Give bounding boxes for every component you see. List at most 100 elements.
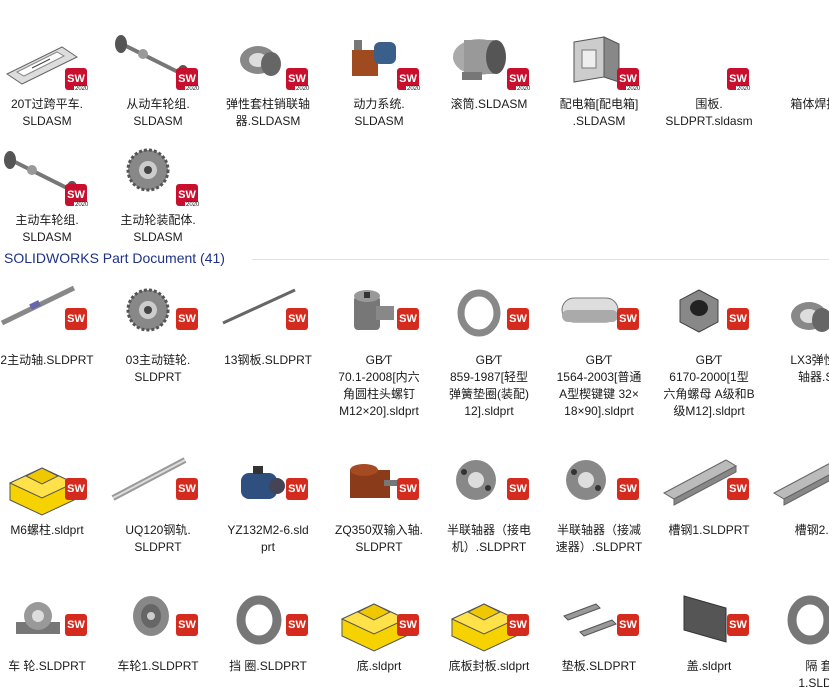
solidworks-badge-icon: SW xyxy=(397,478,419,500)
solidworks-badge-icon: SW xyxy=(176,478,198,500)
version-year: 2020 xyxy=(626,86,642,93)
shaft-icon xyxy=(0,285,76,326)
file-item[interactable]: SW 13钢板.SLDPRT xyxy=(213,268,323,369)
group-header-part-document[interactable]: SOLIDWORKS Part Document (41) xyxy=(4,250,225,266)
version-year: 2020 xyxy=(185,202,201,209)
file-item[interactable]: SW 槽钢2.SL xyxy=(764,438,829,539)
file-name: 13钢板.SLDPRT xyxy=(224,353,312,367)
version-year: 2020 xyxy=(516,86,532,93)
file-thumbnail: SW xyxy=(103,268,213,348)
file-name: 主动轮装配体. SLDASM xyxy=(120,213,196,244)
file-name: 隔 套 1.SLDP xyxy=(798,659,829,690)
file-item[interactable]: SW LX3弹性柱 轴器.SL xyxy=(764,268,829,386)
file-item[interactable]: SW GB∕T 1564-2003[普通 A型楔键键 32× 18×90].sld… xyxy=(544,268,654,420)
file-item[interactable]: SW 2020 动力系统. SLDASM xyxy=(324,12,434,130)
solidworks-badge-icon: SW xyxy=(507,308,529,330)
file-name: 弹性套柱销联轴 器.SLDASM xyxy=(225,97,310,128)
file-name: 车 轮.SLDPRT xyxy=(8,659,86,673)
file-item[interactable]: SW 2020 配电箱[配电箱] .SLDASM xyxy=(544,12,654,130)
channel-icon xyxy=(772,463,829,506)
solidworks-badge-icon: SW xyxy=(65,308,87,330)
file-thumbnail: SW2020 xyxy=(324,12,434,93)
file-name: 半联轴器（接电 机）.SLDPRT xyxy=(446,523,531,554)
file-item[interactable]: SW YZ132M2-6.sld prt xyxy=(213,438,323,556)
file-thumbnail: SW2020 xyxy=(764,12,829,92)
solidworks-badge-icon: SW xyxy=(176,614,198,636)
file-item[interactable]: SW 半联轴器（接减 速器）.SLDPRT xyxy=(544,438,654,556)
file-item[interactable]: SW 垫板.SLDPRT xyxy=(544,574,654,675)
solidworks-badge-icon: SW xyxy=(727,478,749,500)
file-item[interactable]: SW GB∕T 70.1-2008[内六 角圆柱头螺钉 M12×20].sldpr… xyxy=(324,268,434,420)
file-thumbnail: SW xyxy=(213,438,323,518)
file-item[interactable]: SW ZQ350双输入轴. SLDPRT xyxy=(324,438,434,556)
file-item[interactable]: SW 盖.sldprt xyxy=(654,574,764,675)
file-item[interactable]: SW 车 轮.SLDPRT xyxy=(0,574,102,675)
file-item[interactable]: SW 2020 主动轮装配体. SLDASM xyxy=(103,128,213,246)
file-name: 挡 圈.SLDPRT xyxy=(229,659,307,673)
file-item[interactable]: SW2020 箱体焊接.s xyxy=(764,12,829,113)
file-item[interactable]: SW 2020 滚筒.SLDASM xyxy=(434,12,544,113)
file-name: 垫板.SLDPRT xyxy=(561,659,637,673)
file-thumbnail: SW xyxy=(764,574,829,654)
file-thumbnail: SW xyxy=(434,438,544,518)
file-thumbnail: SW2020 xyxy=(654,12,764,93)
coupling-icon xyxy=(791,302,829,332)
file-thumbnail: SW xyxy=(324,574,434,654)
file-thumbnail: SW2020 xyxy=(103,128,213,209)
file-name: M6螺柱.sldprt xyxy=(10,523,84,537)
file-item[interactable]: SW 2020 主动车轮组. SLDASM xyxy=(0,128,102,246)
version-year: 2020 xyxy=(736,86,752,93)
file-name: 槽钢1.SLDPRT xyxy=(668,523,750,537)
file-name: 03主动链轮. SLDPRT xyxy=(125,353,191,384)
solidworks-badge-icon: SW xyxy=(507,478,529,500)
file-item[interactable]: SW 隔 套 1.SLDP xyxy=(764,574,829,692)
version-year: 2020 xyxy=(185,86,201,93)
file-thumbnail: SW xyxy=(324,268,434,348)
file-item[interactable]: SW M6螺柱.sldprt xyxy=(0,438,102,539)
file-thumbnail: SW2020 xyxy=(0,12,102,93)
file-item[interactable]: SW 2020 20T过跨平车. SLDASM xyxy=(0,12,102,130)
file-thumbnail: SW2020 xyxy=(0,128,102,209)
file-name: 底.sldprt xyxy=(356,659,402,673)
file-thumbnail: SW2020 xyxy=(103,12,213,93)
file-name: 盖.sldprt xyxy=(686,659,732,673)
file-item[interactable]: SW 2020 弹性套柱销联轴 器.SLDASM xyxy=(213,12,323,130)
bearing-block-icon xyxy=(16,602,60,634)
file-thumbnail: SW xyxy=(103,574,213,654)
file-item[interactable]: SW 底.sldprt xyxy=(324,574,434,675)
group-divider xyxy=(252,259,829,260)
file-item[interactable]: SW GB∕T 6170-2000[1型 六角螺母 A级和B 级M12].sldp… xyxy=(654,268,764,420)
file-item[interactable]: SW 挡 圈.SLDPRT xyxy=(213,574,323,675)
file-name: 槽钢2.SL xyxy=(794,523,829,537)
file-thumbnail: SW2020 xyxy=(544,12,654,93)
file-item[interactable]: SW 底板封板.sldprt xyxy=(434,574,544,675)
file-name: 围板. SLDPRT.sldasm xyxy=(665,97,753,128)
version-year: 2020 xyxy=(74,202,90,209)
file-item[interactable]: SW 03主动链轮. SLDPRT xyxy=(103,268,213,386)
file-name: LX3弹性柱 轴器.SL xyxy=(790,353,829,384)
file-name: YZ132M2-6.sld prt xyxy=(227,523,309,554)
file-thumbnail: SW xyxy=(544,268,654,348)
file-name: GB∕T 1564-2003[普通 A型楔键键 32× 18×90].sldpr… xyxy=(556,353,642,418)
solidworks-badge-icon: SW xyxy=(286,308,308,330)
file-thumbnail: SW xyxy=(544,574,654,654)
file-item[interactable]: SW 半联轴器（接电 机）.SLDPRT xyxy=(434,438,544,556)
solidworks-badge-icon: SW xyxy=(617,308,639,330)
file-thumbnail: SW xyxy=(434,574,544,654)
file-item[interactable]: SW 槽钢1.SLDPRT xyxy=(654,438,764,539)
file-name: 动力系统. SLDASM xyxy=(353,97,405,128)
version-year: 2020 xyxy=(295,86,311,93)
file-thumbnail: SW xyxy=(764,268,829,348)
file-item[interactable]: SW 2主动轴.SLDPRT xyxy=(0,268,102,369)
file-item[interactable]: SW 2020 从动车轮组. SLDASM xyxy=(103,12,213,130)
file-item[interactable]: SW UQ120钢轨. SLDPRT xyxy=(103,438,213,556)
file-item[interactable]: SW 车轮1.SLDPRT xyxy=(103,574,213,675)
file-thumbnail: SW xyxy=(213,268,323,348)
file-name: ZQ350双输入轴. SLDPRT xyxy=(334,523,424,554)
file-item[interactable]: SW GB∕T 859-1987[轻型 弹簧垫圈(装配) 12].sldprt xyxy=(434,268,544,420)
solidworks-badge-icon: SW xyxy=(507,614,529,636)
file-name: 车轮1.SLDPRT xyxy=(117,659,199,673)
file-thumbnail: SW xyxy=(654,268,764,348)
file-item[interactable]: SW 2020 围板. SLDPRT.sldasm xyxy=(654,12,764,130)
version-year: 2020 xyxy=(74,86,90,93)
